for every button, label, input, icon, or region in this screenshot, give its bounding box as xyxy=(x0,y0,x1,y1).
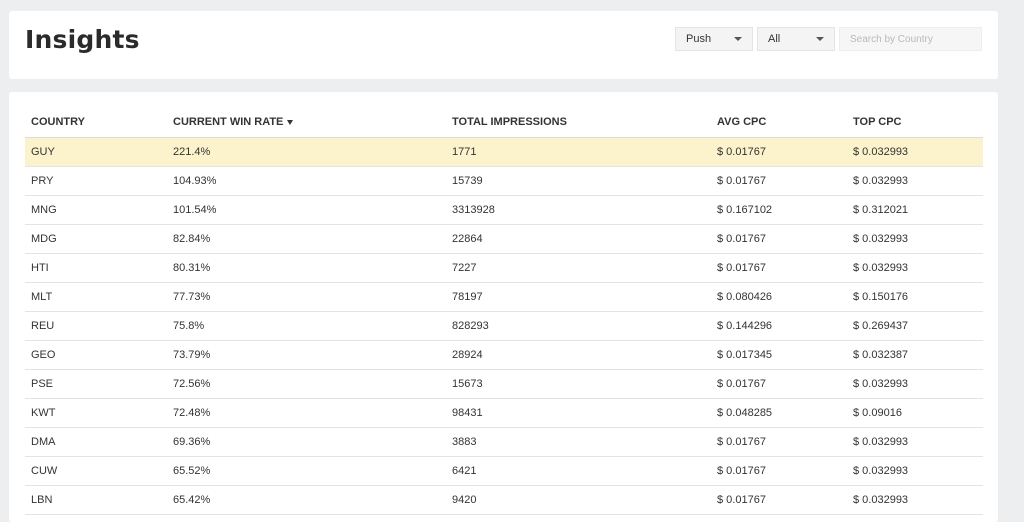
search-input[interactable] xyxy=(839,27,982,51)
table-row[interactable]: CUW 65.52% 6421 $ 0.01767 $ 0.032993 xyxy=(25,456,983,486)
cell-avg-cpc: $ 0.144296 xyxy=(711,311,847,341)
cell-country: PRY xyxy=(25,166,167,196)
cell-win-rate: 69.36% xyxy=(167,427,446,457)
cell-impressions: 1771 xyxy=(446,137,711,167)
cell-win-rate: 221.4% xyxy=(167,137,446,167)
table-row[interactable]: REU 75.8% 828293 $ 0.144296 $ 0.269437 xyxy=(25,311,983,341)
column-header-win-rate[interactable]: CURRENT WIN RATE xyxy=(167,107,446,138)
cell-impressions: 78197 xyxy=(446,282,711,312)
insights-table-card: COUNTRY CURRENT WIN RATE TOTAL IMPRESSIO… xyxy=(9,92,998,522)
table-row[interactable]: MDG 82.84% 22864 $ 0.01767 $ 0.032993 xyxy=(25,224,983,254)
table-row[interactable]: DMA 69.36% 3883 $ 0.01767 $ 0.032993 xyxy=(25,427,983,457)
chevron-down-icon xyxy=(816,37,824,41)
cell-top-cpc: $ 0.032993 xyxy=(847,137,983,167)
column-header-top-cpc[interactable]: TOP CPC xyxy=(847,107,983,138)
cell-win-rate: 104.93% xyxy=(167,166,446,196)
cell-top-cpc: $ 0.312021 xyxy=(847,195,983,225)
cell-win-rate: 101.54% xyxy=(167,195,446,225)
cell-impressions: 15673 xyxy=(446,369,711,399)
table-row[interactable]: GUY 221.4% 1771 $ 0.01767 $ 0.032993 xyxy=(25,137,983,167)
cell-impressions: 28924 xyxy=(446,340,711,370)
cell-win-rate: 72.48% xyxy=(167,398,446,428)
cell-country: GEO xyxy=(25,340,167,370)
cell-top-cpc: $ 0.150176 xyxy=(847,282,983,312)
column-header-country[interactable]: COUNTRY xyxy=(25,107,167,138)
cell-win-rate: 77.73% xyxy=(167,282,446,312)
cell-win-rate: 65.42% xyxy=(167,485,446,515)
cell-country: DMA xyxy=(25,427,167,457)
cell-avg-cpc: $ 0.048285 xyxy=(711,398,847,428)
cell-impressions: 3313928 xyxy=(446,195,711,225)
table-row[interactable]: PRY 104.93% 15739 $ 0.01767 $ 0.032993 xyxy=(25,166,983,196)
cell-win-rate: 75.8% xyxy=(167,311,446,341)
cell-avg-cpc: $ 0.01767 xyxy=(711,166,847,196)
chevron-down-icon xyxy=(734,37,742,41)
table-row[interactable]: LBN 65.42% 9420 $ 0.01767 $ 0.032993 xyxy=(25,485,983,515)
cell-win-rate: 72.56% xyxy=(167,369,446,399)
page-title: Insights xyxy=(25,25,140,54)
table-row[interactable]: MLT 77.73% 78197 $ 0.080426 $ 0.150176 xyxy=(25,282,983,312)
cell-top-cpc: $ 0.032387 xyxy=(847,340,983,370)
table-row[interactable]: MNG 101.54% 3313928 $ 0.167102 $ 0.312021 xyxy=(25,195,983,225)
cell-country: HTI xyxy=(25,253,167,283)
cell-top-cpc: $ 0.09016 xyxy=(847,398,983,428)
scope-select-value: All xyxy=(768,33,781,45)
cell-win-rate: 73.79% xyxy=(167,340,446,370)
cell-country: PSE xyxy=(25,369,167,399)
cell-top-cpc: $ 0.032993 xyxy=(847,253,983,283)
cell-avg-cpc: $ 0.01767 xyxy=(711,137,847,167)
sort-desc-icon xyxy=(287,119,294,125)
header-card: Insights Push All xyxy=(9,11,998,79)
cell-country: LBN xyxy=(25,485,167,515)
cell-country: GUY xyxy=(25,137,167,167)
scope-select[interactable]: All xyxy=(757,27,835,51)
type-select-value: Push xyxy=(686,33,712,45)
cell-avg-cpc: $ 0.017345 xyxy=(711,340,847,370)
cell-avg-cpc: $ 0.167102 xyxy=(711,195,847,225)
cell-top-cpc: $ 0.032993 xyxy=(847,427,983,457)
column-header-avg-cpc[interactable]: AVG CPC xyxy=(711,107,847,138)
cell-avg-cpc: $ 0.01767 xyxy=(711,369,847,399)
cell-avg-cpc: $ 0.01767 xyxy=(711,224,847,254)
cell-top-cpc: $ 0.032993 xyxy=(847,224,983,254)
cell-top-cpc: $ 0.032993 xyxy=(847,456,983,486)
cell-impressions: 7227 xyxy=(446,253,711,283)
cell-country: MLT xyxy=(25,282,167,312)
cell-top-cpc: $ 0.032993 xyxy=(847,485,983,515)
cell-country: CUW xyxy=(25,456,167,486)
cell-country: MNG xyxy=(25,195,167,225)
cell-impressions: 98431 xyxy=(446,398,711,428)
insights-table: COUNTRY CURRENT WIN RATE TOTAL IMPRESSIO… xyxy=(25,107,983,515)
cell-win-rate: 65.52% xyxy=(167,456,446,486)
cell-country: KWT xyxy=(25,398,167,428)
cell-avg-cpc: $ 0.01767 xyxy=(711,427,847,457)
table-row[interactable]: PSE 72.56% 15673 $ 0.01767 $ 0.032993 xyxy=(25,369,983,399)
cell-avg-cpc: $ 0.01767 xyxy=(711,485,847,515)
cell-country: REU xyxy=(25,311,167,341)
cell-avg-cpc: $ 0.080426 xyxy=(711,282,847,312)
type-select[interactable]: Push xyxy=(675,27,753,51)
cell-impressions: 15739 xyxy=(446,166,711,196)
cell-top-cpc: $ 0.032993 xyxy=(847,166,983,196)
cell-avg-cpc: $ 0.01767 xyxy=(711,253,847,283)
cell-top-cpc: $ 0.032993 xyxy=(847,369,983,399)
cell-country: MDG xyxy=(25,224,167,254)
cell-impressions: 22864 xyxy=(446,224,711,254)
cell-impressions: 9420 xyxy=(446,485,711,515)
cell-impressions: 828293 xyxy=(446,311,711,341)
filter-bar: Push All xyxy=(675,27,982,51)
cell-top-cpc: $ 0.269437 xyxy=(847,311,983,341)
cell-impressions: 6421 xyxy=(446,456,711,486)
cell-impressions: 3883 xyxy=(446,427,711,457)
cell-avg-cpc: $ 0.01767 xyxy=(711,456,847,486)
column-header-impressions[interactable]: TOTAL IMPRESSIONS xyxy=(446,107,711,138)
table-header-row: COUNTRY CURRENT WIN RATE TOTAL IMPRESSIO… xyxy=(25,107,983,138)
cell-win-rate: 80.31% xyxy=(167,253,446,283)
table-row[interactable]: KWT 72.48% 98431 $ 0.048285 $ 0.09016 xyxy=(25,398,983,428)
table-body: GUY 221.4% 1771 $ 0.01767 $ 0.032993 PRY 104.9… xyxy=(25,137,983,515)
table-row[interactable]: HTI 80.31% 7227 $ 0.01767 $ 0.032993 xyxy=(25,253,983,283)
cell-win-rate: 82.84% xyxy=(167,224,446,254)
table-row[interactable]: GEO 73.79% 28924 $ 0.017345 $ 0.032387 xyxy=(25,340,983,370)
